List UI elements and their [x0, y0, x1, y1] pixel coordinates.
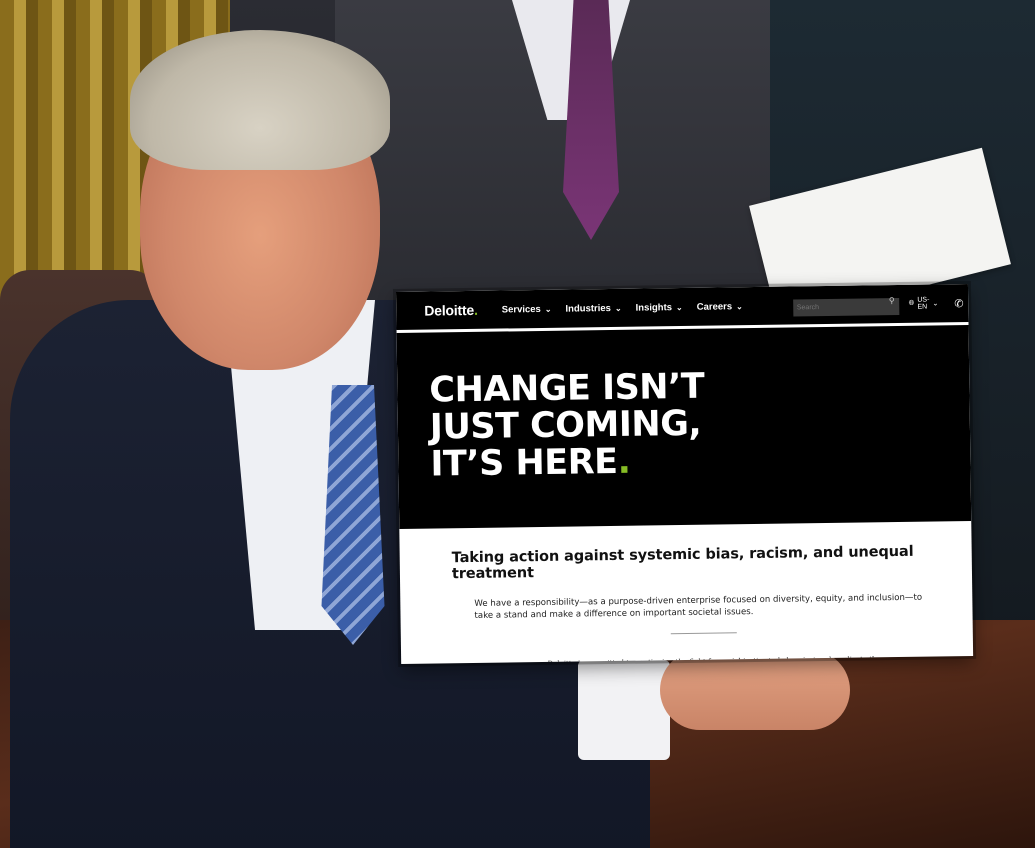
hand	[660, 650, 850, 730]
nav-label: Careers	[696, 300, 733, 313]
nav-item-industries[interactable]: Industries ⌄	[565, 302, 622, 315]
content-divider	[670, 632, 737, 635]
nav-label: Insights	[635, 301, 673, 314]
shirt-cuff	[578, 660, 670, 760]
hero-line-3-text: IT’S HERE	[430, 441, 618, 485]
logo-dot: .	[473, 301, 478, 318]
hero-title: CHANGE ISN’T JUST COMING, IT’S HERE.	[429, 367, 705, 485]
globe-icon: 🌐︎	[908, 299, 915, 307]
language-label: US-EN	[917, 296, 930, 311]
nav-item-careers[interactable]: Careers ⌄	[696, 300, 743, 313]
hero-banner: CHANGE ISN’T JUST COMING, IT’S HERE.	[396, 325, 972, 529]
main-content: Taking action against systemic bias, rac…	[399, 521, 973, 664]
seated-man-hair	[130, 30, 390, 170]
hero-line-3: IT’S HERE.	[430, 441, 705, 485]
section-body: We have a responsibility—as a purpose-dr…	[474, 592, 923, 621]
chevron-down-icon: ⌄	[675, 302, 683, 312]
logo-text: Deloitte	[424, 301, 475, 319]
language-selector[interactable]: 🌐︎ US-EN ⌄	[908, 296, 939, 311]
nav-item-insights[interactable]: Insights ⌄	[635, 301, 683, 314]
chevron-down-icon: ⌄	[544, 304, 552, 314]
chevron-down-icon: ⌄	[614, 303, 622, 313]
phone-icon[interactable]: ✆	[954, 297, 963, 310]
chevron-down-icon: ⌄	[736, 301, 743, 311]
held-webpage: Deloitte. Services ⌄ Industries ⌄ Insights…	[396, 284, 974, 664]
nav-label: Services	[501, 303, 541, 316]
site-navbar: Deloitte. Services ⌄ Industries ⌄ Insights…	[396, 284, 972, 330]
deloitte-logo[interactable]: Deloitte.	[424, 302, 478, 319]
search-container: ⚲	[769, 293, 899, 317]
hero-line-2: JUST COMING,	[429, 403, 702, 448]
chevron-down-icon: ⌄	[932, 300, 939, 308]
hero-green-dot: .	[617, 441, 631, 482]
nav-item-services[interactable]: Services ⌄	[502, 303, 552, 315]
nav-menu: Services ⌄ Industries ⌄ Insights ⌄ Careers ⌄	[502, 301, 743, 315]
search-input[interactable]	[792, 297, 899, 317]
search-icon[interactable]: ⚲	[889, 296, 895, 305]
nav-label: Industries	[565, 302, 611, 315]
section-heading: Taking action against systemic bias, rac…	[451, 543, 914, 583]
